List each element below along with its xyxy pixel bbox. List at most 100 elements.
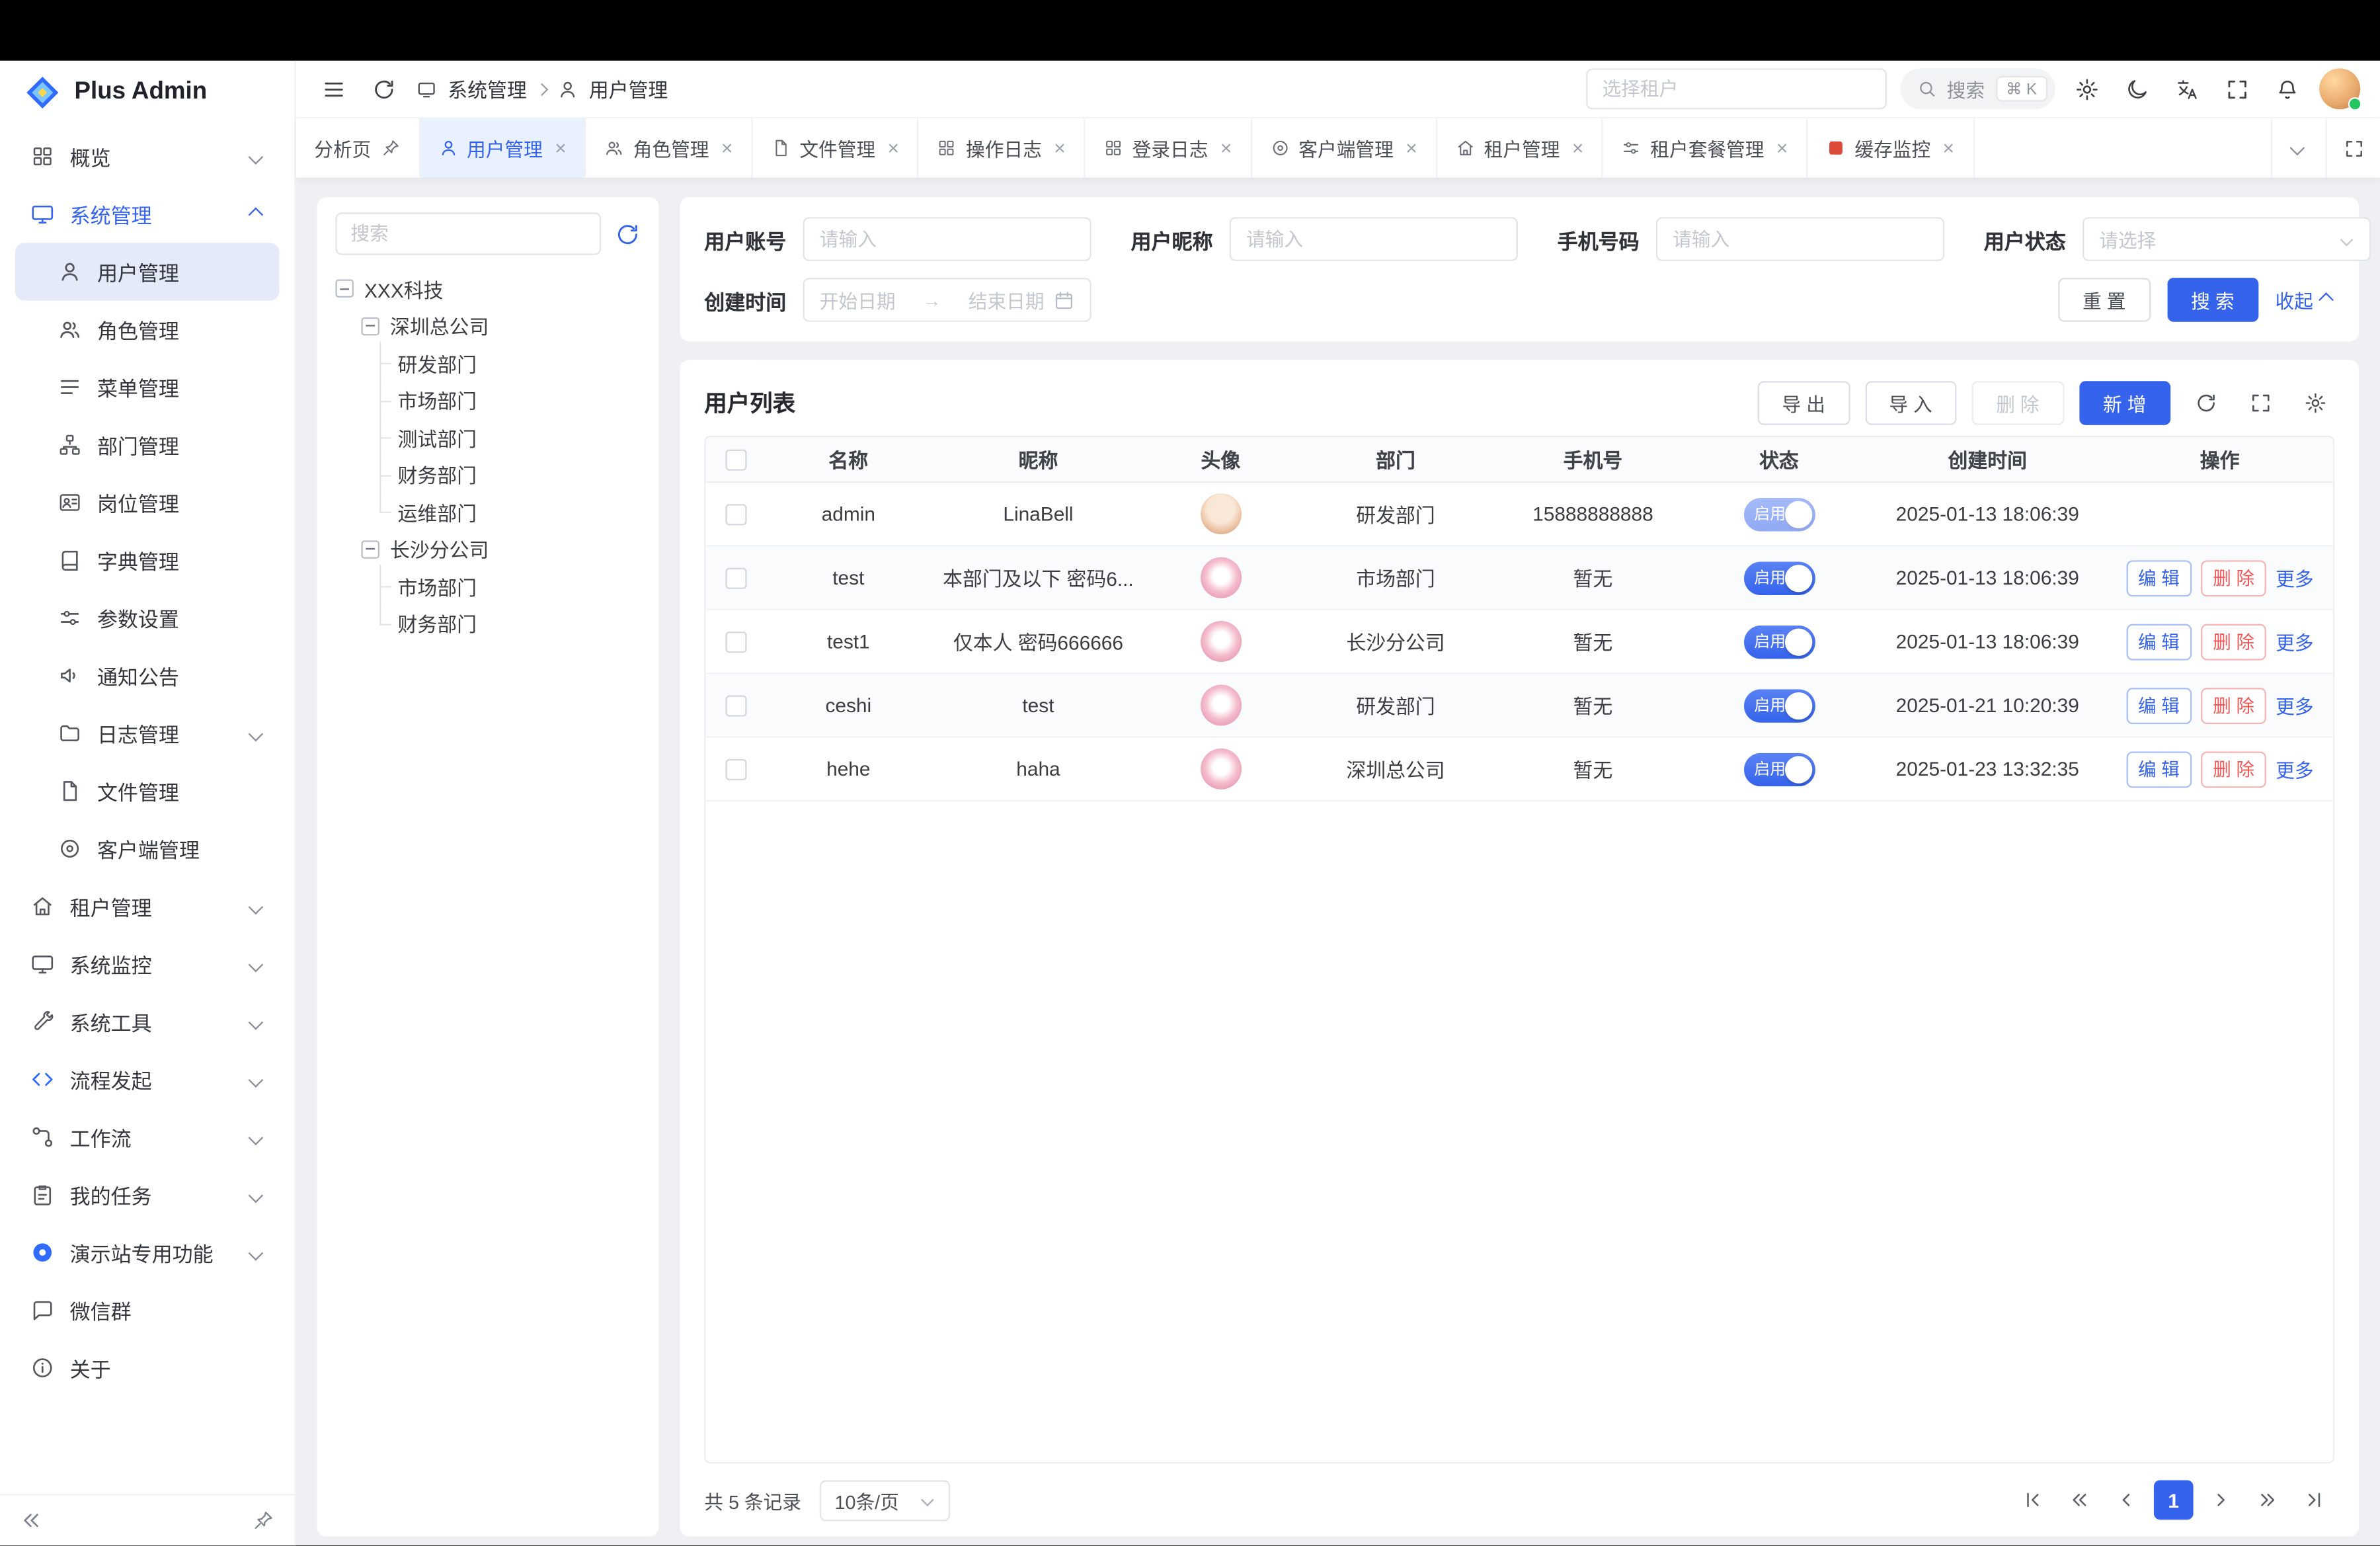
pin-sidebar-icon[interactable] [252,1510,274,1532]
table-fullscreen-icon[interactable] [2241,383,2280,423]
last-page-button[interactable] [2295,1481,2334,1520]
user-avatar[interactable] [2319,68,2360,109]
next-pages-button[interactable] [2248,1481,2287,1520]
sidebar-item-menu-management[interactable]: 菜单管理 [15,358,279,416]
more-actions-link[interactable]: 更多 [2276,754,2313,784]
tab-tenant-package-management[interactable]: 租户套餐管理 × [1603,118,1807,178]
sidebar-item-overview[interactable]: 概览 [15,128,279,185]
language-switch-icon[interactable] [2169,71,2205,107]
page-number-button[interactable]: 1 [2154,1481,2194,1520]
page-size-select[interactable]: 10条/页 [820,1480,951,1521]
tenant-select-input[interactable] [1585,68,1886,109]
delete-row-button[interactable]: 删 除 [2201,623,2267,659]
tree-node-branch[interactable]: 深圳总公司 [335,307,640,345]
search-button[interactable]: 搜 索 [2166,278,2258,322]
status-select[interactable]: 请选择 [2082,217,2371,261]
row-checkbox[interactable] [725,631,746,652]
breadcrumb-root[interactable]: 系统管理 [448,75,526,104]
delete-row-button[interactable]: 删 除 [2201,751,2267,787]
edit-button[interactable]: 编 辑 [2126,623,2192,659]
close-tab-icon[interactable]: × [721,138,733,158]
sidebar-item-param-settings[interactable]: 参数设置 [15,589,279,647]
more-actions-link[interactable]: 更多 [2276,563,2313,592]
table-settings-icon[interactable] [2295,383,2334,423]
close-tab-icon[interactable]: × [1054,138,1065,158]
tree-node-root[interactable]: XXX科技 [335,270,640,307]
close-tab-icon[interactable]: × [1943,138,1954,158]
tab-tenant-management[interactable]: 租户管理 × [1437,118,1603,178]
sidebar-item-process-start[interactable]: 流程发起 [15,1051,279,1108]
tabs-fullscreen-icon[interactable] [2325,118,2380,178]
tree-leaf[interactable]: 运维部门 [335,493,640,530]
sidebar-item-system-monitor[interactable]: 系统监控 [15,935,279,993]
tab-login-log[interactable]: 登录日志 × [1085,118,1251,178]
fullscreen-icon[interactable] [2219,71,2256,107]
sidebar-item-dict-management[interactable]: 字典管理 [15,532,279,589]
edit-button[interactable]: 编 辑 [2126,751,2192,787]
sidebar-item-about[interactable]: 关于 [15,1339,279,1397]
close-tab-icon[interactable]: × [1776,138,1788,158]
tab-client-management[interactable]: 客户端管理 × [1251,118,1437,178]
status-toggle[interactable]: 启用 [1743,497,1815,531]
tree-node-branch[interactable]: 长沙分公司 [335,530,640,567]
tab-analysis[interactable]: 分析页 [296,118,420,178]
tab-user-management[interactable]: 用户管理 × [420,118,586,178]
tab-role-management[interactable]: 角色管理 × [586,118,753,178]
next-page-button[interactable] [2201,1481,2241,1520]
sidebar-item-system-tools[interactable]: 系统工具 [15,993,279,1051]
delete-row-button[interactable]: 删 除 [2201,559,2267,596]
tree-leaf[interactable]: 财务部门 [335,605,640,642]
row-checkbox[interactable] [725,567,746,589]
table-refresh-icon[interactable] [2186,383,2225,423]
tree-refresh-icon[interactable] [615,221,641,247]
refresh-page-icon[interactable] [366,71,402,107]
collapse-sidebar-icon[interactable] [20,1510,42,1532]
row-checkbox[interactable] [725,503,746,524]
row-checkbox[interactable] [725,758,746,780]
sidebar-item-notice[interactable]: 通知公告 [15,647,279,704]
delete-row-button[interactable]: 删 除 [2201,687,2267,723]
sidebar-item-post-management[interactable]: 岗位管理 [15,473,279,531]
select-all-checkbox[interactable] [725,448,746,469]
tree-leaf[interactable]: 市场部门 [335,382,640,419]
row-checkbox[interactable] [725,694,746,715]
account-input[interactable] [803,217,1091,261]
sidebar-item-department-management[interactable]: 部门管理 [15,416,279,473]
tree-search-input[interactable] [335,212,601,255]
nickname-field[interactable] [1246,229,1501,250]
sidebar-item-tenant-management[interactable]: 租户管理 [15,877,279,935]
sidebar-item-wechat-group[interactable]: 微信群 [15,1282,279,1339]
dark-mode-moon-icon[interactable] [2119,71,2155,107]
edit-button[interactable]: 编 辑 [2126,687,2192,723]
sidebar-item-file-management[interactable]: 文件管理 [15,762,279,820]
tab-operation-log[interactable]: 操作日志 × [919,118,1086,178]
notifications-bell-icon[interactable] [2269,71,2305,107]
status-toggle[interactable]: 启用 [1743,688,1815,722]
tabs-dropdown-icon[interactable] [2271,118,2326,178]
tree-leaf[interactable]: 测试部门 [335,419,640,456]
import-button[interactable]: 导 入 [1865,380,1957,425]
tab-file-management[interactable]: 文件管理 × [752,118,919,178]
tab-cache-monitor[interactable]: 缓存监控 × [1807,118,1974,178]
close-tab-icon[interactable]: × [1406,138,1417,158]
export-button[interactable]: 导 出 [1758,380,1850,425]
sidebar-item-log-management[interactable]: 日志管理 [15,704,279,762]
close-tab-icon[interactable]: × [1220,138,1232,158]
date-range-input[interactable]: 开始日期 → 结束日期 [803,278,1091,322]
account-field[interactable] [820,229,1075,250]
settings-gear-icon[interactable] [2069,71,2105,107]
close-tab-icon[interactable]: × [1572,138,1583,158]
phone-field[interactable] [1673,229,1928,250]
sidebar-item-workflow[interactable]: 工作流 [15,1108,279,1166]
tree-leaf[interactable]: 市场部门 [335,568,640,605]
tree-collapse-icon[interactable] [361,317,379,335]
tenant-select-field[interactable] [1602,70,1869,108]
sidebar-item-demo-features[interactable]: 演示站专用功能 [15,1224,279,1282]
sidebar-item-role-management[interactable]: 角色管理 [15,301,279,358]
phone-input[interactable] [1656,217,1944,261]
nickname-input[interactable] [1230,217,1518,261]
close-tab-icon[interactable]: × [888,138,899,158]
edit-button[interactable]: 编 辑 [2126,559,2192,596]
collapse-filters-link[interactable]: 收起 [2276,286,2335,315]
status-toggle[interactable]: 启用 [1743,625,1815,659]
